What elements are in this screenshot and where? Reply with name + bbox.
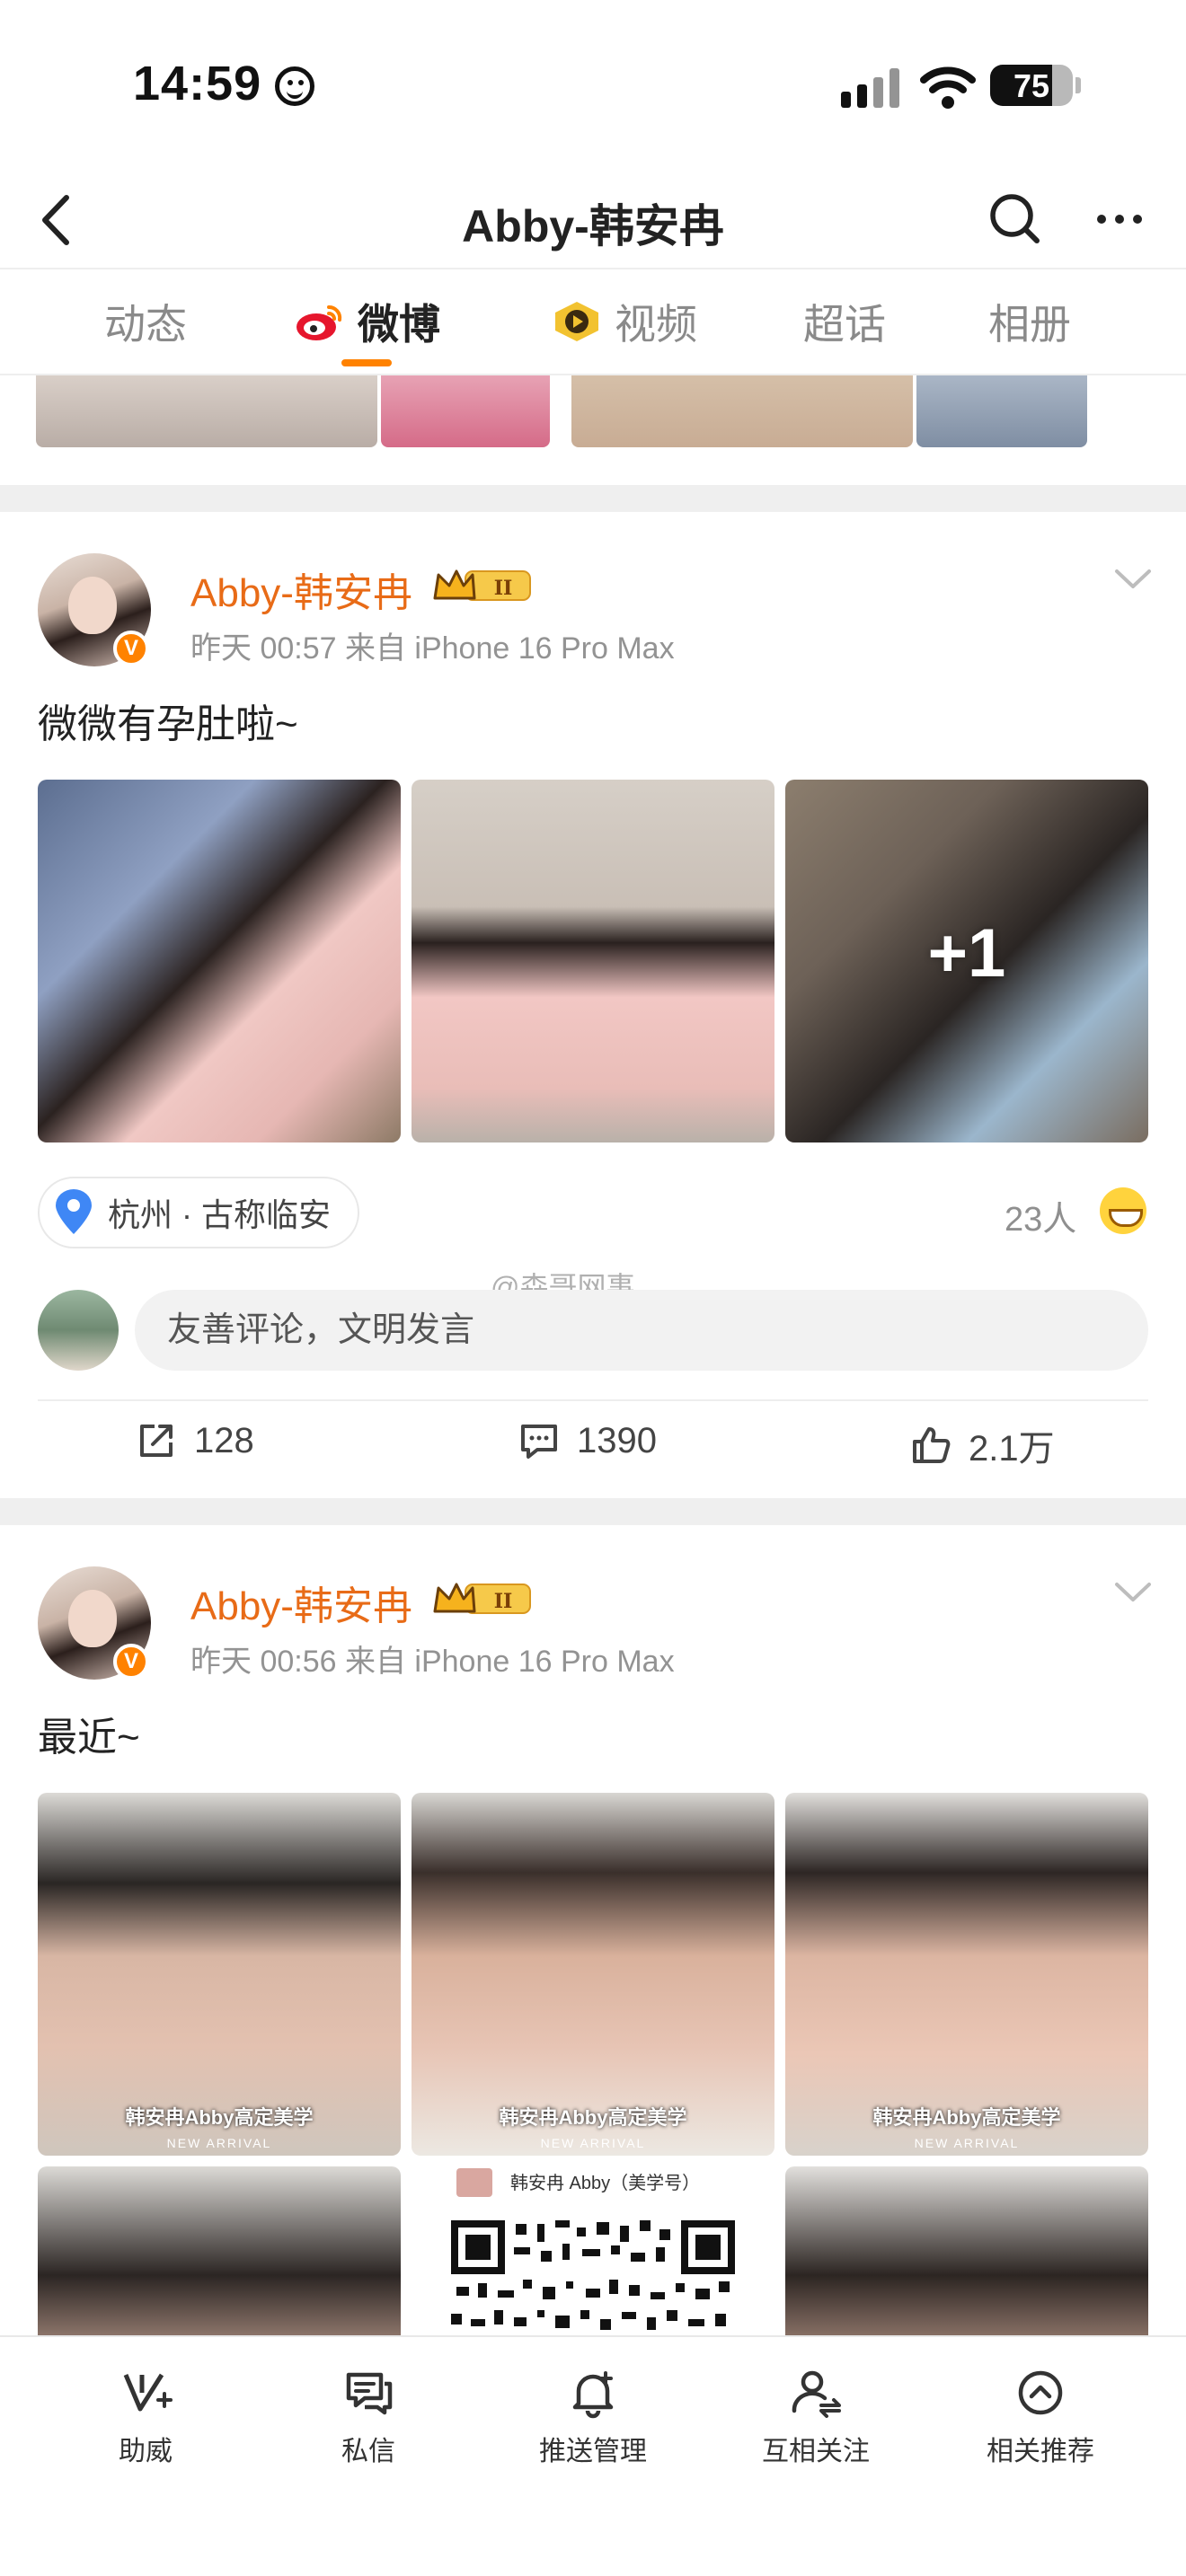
post-photo[interactable]	[412, 780, 774, 1142]
thumbs-up-icon	[913, 1427, 951, 1463]
photo[interactable]	[36, 375, 377, 447]
vip-crown-badge-icon: II	[433, 1583, 531, 1614]
post-card: V Abby-韩安冉 II 昨天 00:56 来自 iPhone 16 Pro …	[0, 1525, 1186, 2529]
nav-bar: Abby-韩安冉	[0, 171, 1186, 269]
toolbar-item-push[interactable]: 推送管理	[503, 2366, 683, 2468]
action-divider	[38, 1399, 1148, 1401]
status-time: 14:59	[133, 57, 262, 110]
my-avatar	[38, 1290, 119, 1371]
location-tag[interactable]: 杭州 · 古称临安	[38, 1177, 359, 1248]
cellular-signal-icon	[841, 68, 900, 108]
qr-code-icon	[451, 2220, 735, 2330]
toolbar-label: 互相关注	[762, 2437, 870, 2466]
photo-caption: 韩安冉Abby高定美学	[125, 2106, 314, 2129]
mutual-follow-icon	[792, 2370, 841, 2418]
share-icon	[140, 1425, 173, 1457]
photo-subcaption: NEW ARRIVAL	[914, 2136, 1020, 2150]
toolbar-item-cheer[interactable]: 助威	[56, 2366, 235, 2468]
vip-level: II	[494, 1590, 513, 1613]
chevron-down-icon[interactable]	[1114, 568, 1152, 591]
verified-badge-icon: V	[113, 631, 149, 666]
tab-label: 视频	[615, 301, 697, 348]
recommend-icon	[1018, 2370, 1063, 2415]
photo[interactable]	[571, 375, 913, 447]
tab-dynamic[interactable]: 动态	[104, 295, 187, 348]
post-photo[interactable]	[38, 780, 401, 1142]
photo-caption: 韩安冉Abby高定美学	[499, 2106, 687, 2129]
tab-label: 动态	[104, 301, 187, 348]
post-card: V Abby-韩安冉 II 昨天 00:57 来自 iPhone 16 Pro …	[0, 512, 1186, 1498]
share-count: 128	[194, 1420, 254, 1460]
more-icon[interactable]	[1087, 187, 1152, 251]
previous-post-images	[0, 375, 1186, 483]
location-label: 杭州 · 古称临安	[108, 1196, 331, 1233]
tab-label: 超话	[803, 301, 886, 348]
share-button[interactable]: 128	[135, 1419, 254, 1462]
comment-count: 1390	[577, 1420, 657, 1460]
like-button[interactable]: 2.1万	[909, 1419, 1055, 1471]
post-photo[interactable]: 韩安冉Abby高定美学 NEW ARRIVAL	[785, 1793, 1148, 2156]
section-divider	[0, 1498, 1186, 1525]
photo-subcaption: NEW ARRIVAL	[540, 2136, 646, 2150]
chevron-down-icon[interactable]	[1114, 1581, 1152, 1604]
battery-indicator: 75	[990, 65, 1073, 106]
bottom-toolbar: 助威 私信 推送管理 互相关注 相关推荐	[0, 2335, 1186, 2576]
battery-level: 75	[1013, 67, 1050, 104]
active-tab-indicator	[341, 359, 392, 366]
toolbar-label: 助威	[119, 2437, 173, 2466]
qr-caption: 韩安冉 Abby（美学号）	[510, 2174, 701, 2193]
message-icon	[346, 2372, 393, 2415]
post-username[interactable]: Abby-韩安冉	[190, 1574, 412, 1631]
tab-super-topic[interactable]: 超话	[803, 295, 886, 348]
photo-caption: 韩安冉Abby高定美学	[872, 2106, 1061, 2129]
post-photo-more[interactable]: +1	[785, 780, 1148, 1142]
laughing-emoji-icon	[1100, 1187, 1146, 1234]
video-icon	[555, 302, 598, 341]
smiley-icon	[275, 66, 314, 106]
profile-tabs: 动态 微博 视频 超话 相册	[0, 271, 1186, 375]
toolbar-item-recommend[interactable]: 相关推荐	[951, 2366, 1130, 2468]
toolbar-label: 私信	[341, 2437, 395, 2466]
toolbar-item-mutual-follow[interactable]: 互相关注	[726, 2366, 906, 2468]
tab-label: 微博	[358, 301, 440, 348]
photo[interactable]	[381, 375, 550, 447]
photo[interactable]	[916, 375, 1087, 447]
post-meta: 昨天 00:57 来自 iPhone 16 Pro Max	[190, 631, 675, 666]
photo-subcaption: NEW ARRIVAL	[166, 2136, 272, 2150]
weibo-logo-icon	[296, 304, 342, 340]
post-username[interactable]: Abby-韩安冉	[190, 560, 412, 618]
battery-tip	[1075, 77, 1081, 93]
section-divider	[0, 485, 1186, 512]
more-photos-count: +1	[927, 915, 1006, 992]
vip-level: II	[494, 577, 513, 600]
comment-input[interactable]: 友善评论，文明发言	[135, 1290, 1148, 1371]
verified-badge-icon: V	[113, 1644, 149, 1680]
post-photo[interactable]: 韩安冉Abby高定美学 NEW ARRIVAL	[412, 1793, 774, 2156]
tab-weibo[interactable]: 微博	[295, 295, 440, 348]
search-icon[interactable]	[983, 187, 1048, 251]
tab-label: 相册	[988, 301, 1071, 348]
comment-button[interactable]: 1390	[518, 1419, 657, 1462]
post-text: 微微有孕肚啦~	[38, 702, 298, 746]
tab-video[interactable]: 视频	[552, 295, 697, 348]
vip-crown-badge-icon: II	[433, 569, 531, 601]
like-count: 2.1万	[969, 1429, 1055, 1469]
reaction-count[interactable]: 23人	[1005, 1191, 1076, 1240]
wifi-icon	[920, 66, 976, 109]
location-pin-icon	[56, 1189, 92, 1234]
comment-icon	[521, 1425, 557, 1459]
toolbar-label: 相关推荐	[987, 2437, 1094, 2466]
post-meta: 昨天 00:56 来自 iPhone 16 Pro Max	[190, 1645, 675, 1679]
post-photo[interactable]: 韩安冉Abby高定美学 NEW ARRIVAL	[38, 1793, 401, 2156]
tab-album[interactable]: 相册	[988, 295, 1071, 348]
post-text: 最近~	[38, 1716, 140, 1760]
toolbar-item-message[interactable]: 私信	[279, 2366, 458, 2468]
status-bar: 14:59 75	[0, 0, 1186, 171]
qr-avatar	[456, 2168, 492, 2197]
toolbar-label: 推送管理	[539, 2437, 647, 2466]
bell-icon	[572, 2371, 614, 2419]
cheer-icon	[123, 2373, 173, 2412]
